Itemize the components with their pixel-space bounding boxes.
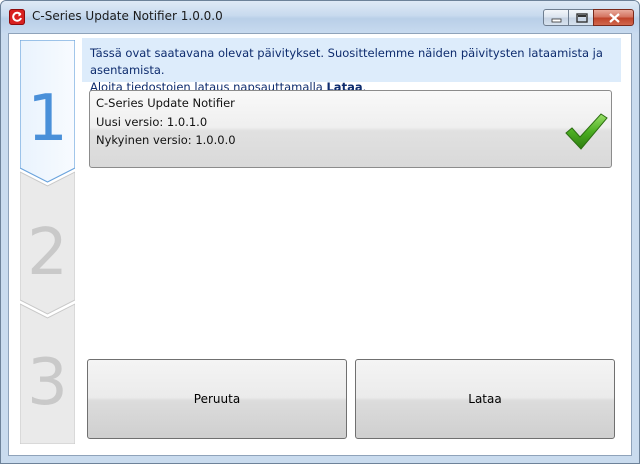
- minimize-button[interactable]: [543, 9, 569, 26]
- step-1-number: 1: [27, 82, 68, 156]
- app-refresh-icon: [9, 9, 25, 25]
- step-3-number: 3: [27, 346, 68, 420]
- title-bar[interactable]: C-Series Update Notifier 1.0.0.0: [1, 1, 639, 33]
- new-version: Uusi versio: 1.0.1.0: [96, 115, 208, 129]
- window-title: C-Series Update Notifier 1.0.0.0: [32, 9, 223, 23]
- maximize-icon: [576, 13, 588, 23]
- step-indicator: 1 2 3: [20, 40, 75, 444]
- cancel-button[interactable]: Peruuta: [87, 359, 347, 439]
- update-name: C-Series Update Notifier: [96, 96, 235, 110]
- download-button[interactable]: Lataa: [355, 359, 615, 439]
- update-item[interactable]: C-Series Update Notifier Uusi versio: 1.…: [89, 90, 612, 168]
- current-version: Nykyinen versio: 1.0.0.0: [96, 133, 236, 147]
- close-icon: [609, 13, 620, 23]
- checkmark-icon: [565, 113, 608, 150]
- info-text: Tässä ovat saatavana olevat päivitykset.…: [90, 45, 618, 96]
- step-2-number: 2: [27, 216, 68, 290]
- close-button[interactable]: [593, 9, 634, 26]
- maximize-button[interactable]: [568, 9, 594, 26]
- minimize-icon: [551, 18, 562, 23]
- info-line-1: Tässä ovat saatavana olevat päivitykset.…: [90, 46, 603, 77]
